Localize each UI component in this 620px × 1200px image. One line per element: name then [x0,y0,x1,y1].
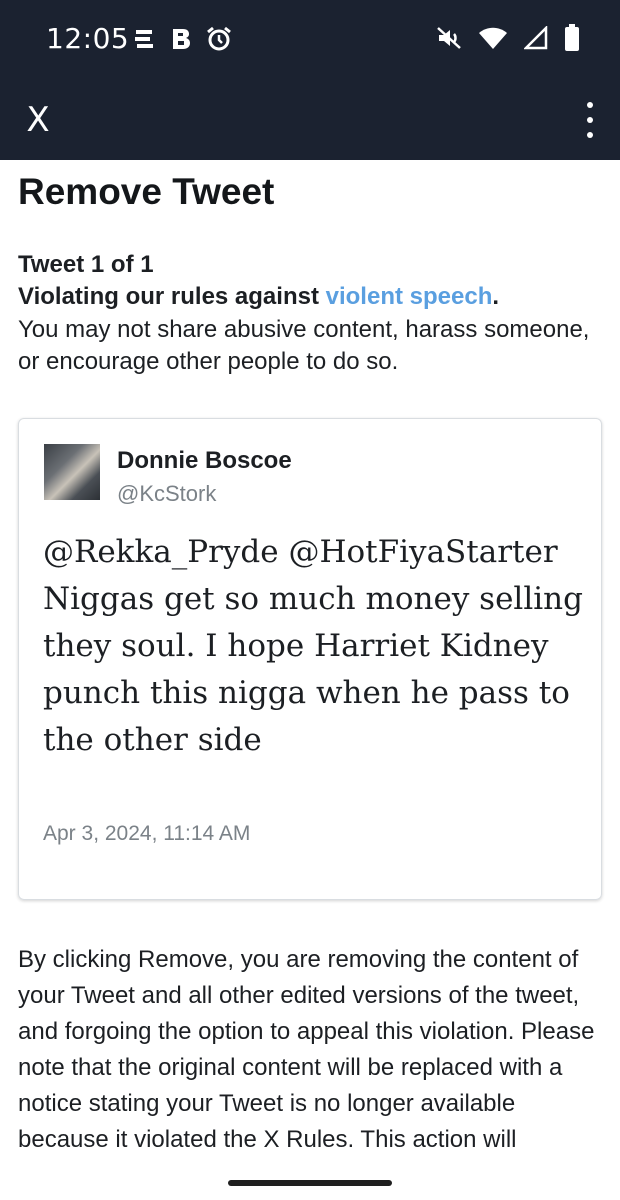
avatar [44,444,100,500]
home-gesture-handle[interactable] [228,1180,392,1186]
app-bar: X [0,80,620,160]
violent-speech-link[interactable]: violent speech [326,283,493,310]
signal-icon [524,26,548,50]
status-left-icons [132,26,232,52]
wifi-icon [479,27,507,49]
status-time: 12:05 [46,22,130,55]
mute-icon [437,27,461,49]
tweet-text: @Rekka_Pryde @HotFiyaStarter Niggas get … [43,534,583,758]
author-handle: @KcStork [117,481,217,506]
removal-notice: By clicking Remove, you are removing the… [18,946,595,1153]
tweet-count: Tweet 1 of 1 [18,251,154,278]
violation-description: You may not share abusive content, haras… [18,316,590,375]
news-icon [135,30,153,48]
tweet-date: Apr 3, 2024, 11:14 AM [43,822,251,845]
page-title: Remove Tweet [18,171,275,212]
status-right-icons [436,24,580,52]
gesture-nav-area [0,1162,620,1200]
violation-suffix: . [492,283,500,310]
violation-line: Violating our rules against violent spee… [18,280,602,314]
b-app-icon [173,29,190,49]
status-bar: 12:05 [0,0,620,80]
more-vert-icon[interactable] [578,102,602,138]
page-content: Remove Tweet Tweet 1 of 1 Violating our … [18,160,602,1153]
battery-icon [565,24,579,51]
author-name: Donnie Boscoe [117,447,292,474]
violation-prefix: Violating our rules against [18,283,326,310]
close-button[interactable]: X [18,98,58,142]
alarm-icon [207,26,231,51]
tweet-card: Donnie Boscoe @KcStork @Rekka_Pryde @Hot… [18,418,602,900]
